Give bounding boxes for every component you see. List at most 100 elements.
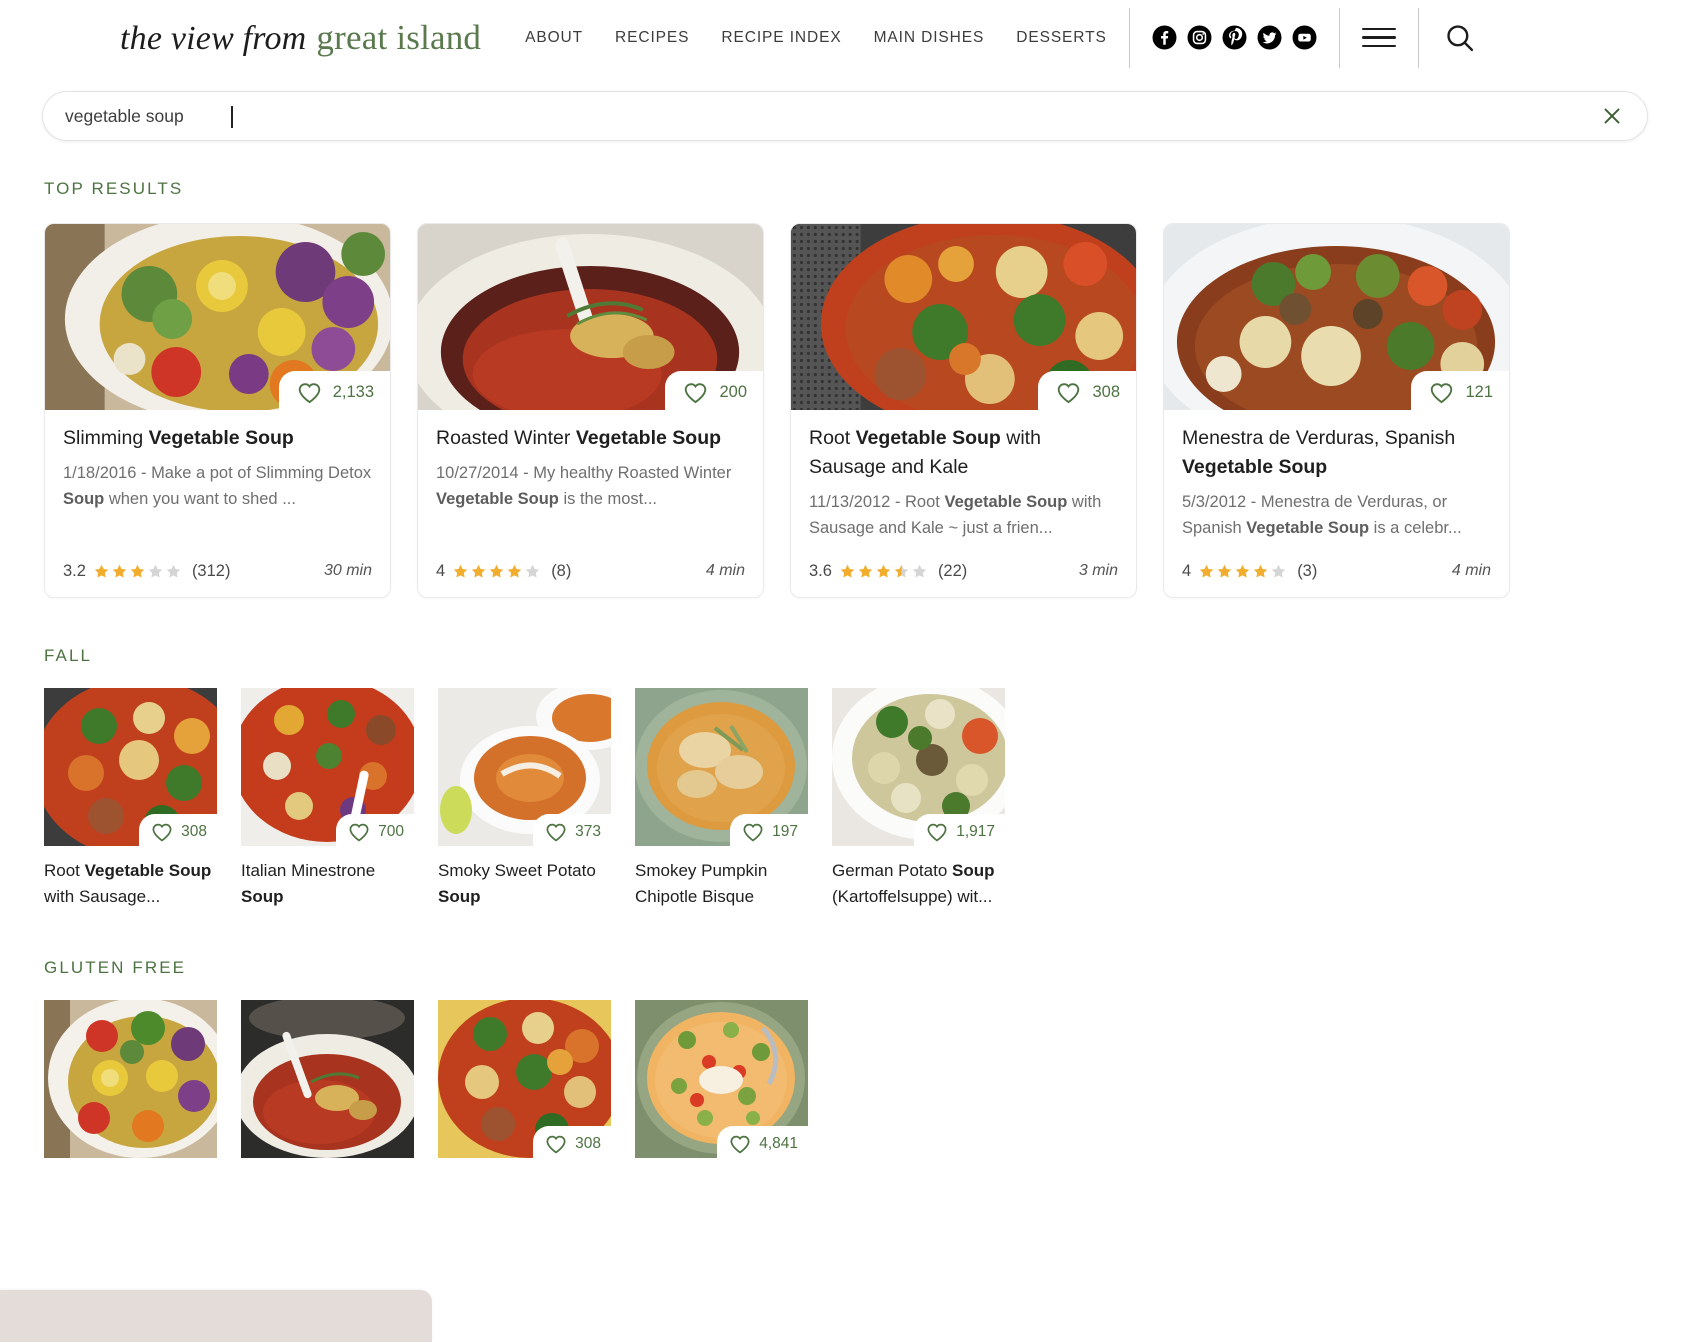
search-bar[interactable] bbox=[42, 91, 1648, 141]
favorite-badge[interactable]: 200 bbox=[665, 371, 763, 410]
youtube-icon[interactable] bbox=[1292, 25, 1317, 50]
rating-value: 4 bbox=[1182, 561, 1192, 580]
cook-time: 30 min bbox=[323, 562, 372, 579]
search-icon[interactable] bbox=[1443, 21, 1477, 55]
recipe-image[interactable] bbox=[241, 1000, 414, 1159]
star-icon bbox=[130, 564, 145, 578]
twitter-icon[interactable] bbox=[1257, 25, 1282, 50]
recipe-title[interactable]: Smoky Sweet Potato Soup bbox=[438, 858, 611, 911]
recipe-title[interactable]: Roasted Winter Vegetable Soup bbox=[436, 424, 745, 453]
heart-icon[interactable] bbox=[545, 821, 567, 843]
heart-icon[interactable] bbox=[1056, 380, 1081, 405]
thumb-item[interactable]: 1,917 German Potato Soup (Kartoffelsuppe… bbox=[832, 687, 1005, 911]
result-card[interactable]: 200 Roasted Winter Vegetable Soup 10/27/… bbox=[417, 223, 764, 598]
recipe-photo bbox=[241, 1000, 414, 1159]
pinterest-icon[interactable] bbox=[1222, 25, 1247, 50]
recipe-image[interactable] bbox=[44, 1000, 217, 1159]
recipe-title[interactable]: Menestra de Verduras, Spanish Vegetable … bbox=[1182, 424, 1491, 482]
heart-icon[interactable] bbox=[297, 380, 322, 405]
nav-item-recipe-index[interactable]: RECIPE INDEX bbox=[721, 29, 841, 47]
thumb-item[interactable]: 308 bbox=[438, 1000, 611, 1159]
site-logo[interactable]: the view from great island bbox=[120, 18, 481, 58]
thumb-item[interactable] bbox=[241, 1000, 414, 1159]
thumb-item[interactable]: 373 Smoky Sweet Potato Soup bbox=[438, 687, 611, 911]
heart-icon[interactable] bbox=[926, 821, 948, 843]
favorite-count: 373 bbox=[575, 822, 601, 840]
result-card[interactable]: 2,133 Slimming Vegetable Soup 1/18/2016 … bbox=[44, 223, 391, 598]
recipe-image[interactable]: 700 bbox=[241, 687, 414, 846]
cook-time: 4 min bbox=[1451, 562, 1491, 579]
recipe-image[interactable]: 1,917 bbox=[832, 687, 1005, 846]
heart-icon[interactable] bbox=[742, 821, 764, 843]
heart-icon[interactable] bbox=[348, 821, 370, 843]
star-rating bbox=[839, 563, 928, 580]
nav-item-about[interactable]: ABOUT bbox=[525, 29, 583, 47]
heart-icon[interactable] bbox=[545, 1133, 567, 1155]
favorite-count: 308 bbox=[575, 1135, 601, 1153]
favorite-badge[interactable]: 121 bbox=[1411, 371, 1509, 410]
gluten-free-list: 308 4,841 bbox=[0, 1000, 1690, 1159]
star-icon bbox=[507, 564, 522, 578]
favorite-count: 121 bbox=[1465, 383, 1493, 401]
thumb-item[interactable]: 700 Italian Minestrone Soup bbox=[241, 687, 414, 911]
nav-item-desserts[interactable]: DESSERTS bbox=[1016, 29, 1106, 47]
favorite-badge[interactable]: 308 bbox=[139, 813, 217, 846]
thumb-item[interactable]: 4,841 bbox=[635, 1000, 808, 1159]
favorite-badge[interactable]: 197 bbox=[730, 813, 808, 846]
recipe-image[interactable]: 2,133 bbox=[45, 224, 390, 410]
recipe-image[interactable]: 197 bbox=[635, 687, 808, 846]
recipe-title[interactable]: Root Vegetable Soup with Sausage and Kal… bbox=[809, 424, 1118, 482]
logo-text-primary: the view from bbox=[120, 19, 307, 57]
favorite-count: 308 bbox=[1092, 383, 1120, 401]
heart-icon[interactable] bbox=[683, 380, 708, 405]
heart-icon[interactable] bbox=[151, 821, 173, 843]
recipe-image[interactable]: 308 bbox=[791, 224, 1136, 410]
thumb-item[interactable]: 197 Smokey Pumpkin Chipotle Bisque bbox=[635, 687, 808, 911]
hamburger-menu-icon[interactable] bbox=[1361, 27, 1396, 48]
recipe-title[interactable]: German Potato Soup (Kartoffelsuppe) wit.… bbox=[832, 858, 1005, 911]
recipe-title[interactable]: Slimming Vegetable Soup bbox=[63, 424, 372, 453]
search-input[interactable] bbox=[43, 92, 1647, 140]
favorite-badge[interactable]: 700 bbox=[336, 813, 414, 846]
facebook-icon[interactable] bbox=[1152, 25, 1177, 50]
favorite-badge[interactable]: 2,133 bbox=[278, 371, 390, 410]
thumb-item[interactable]: 308 Root Vegetable Soup with Sausage... bbox=[44, 687, 217, 911]
favorite-badge[interactable]: 1,917 bbox=[914, 813, 1005, 846]
recipe-snippet: 5/3/2012 - Menestra de Verduras, or Span… bbox=[1182, 492, 1462, 538]
top-results-list: 2,133 Slimming Vegetable Soup 1/18/2016 … bbox=[0, 223, 1690, 598]
result-card[interactable]: 121 Menestra de Verduras, Spanish Vegeta… bbox=[1163, 223, 1510, 598]
review-count: (22) bbox=[937, 561, 968, 580]
favorite-badge[interactable]: 4,841 bbox=[717, 1126, 808, 1159]
result-card[interactable]: 308 Root Vegetable Soup with Sausage and… bbox=[790, 223, 1137, 598]
recipe-image[interactable]: 373 bbox=[438, 687, 611, 846]
recipe-title[interactable]: Root Vegetable Soup with Sausage... bbox=[44, 858, 217, 911]
star-icon bbox=[894, 564, 909, 578]
heart-icon[interactable] bbox=[729, 1133, 751, 1155]
favorite-count: 2,133 bbox=[332, 383, 374, 401]
favorite-badge[interactable]: 373 bbox=[533, 813, 611, 846]
favorite-count: 700 bbox=[378, 822, 404, 840]
star-icon bbox=[166, 564, 181, 578]
bottom-overlay-panel[interactable] bbox=[0, 1290, 432, 1342]
favorite-badge[interactable]: 308 bbox=[533, 1126, 611, 1159]
search-results-page: the view from great island ABOUT RECIPES… bbox=[0, 0, 1690, 1342]
favorite-count: 1,917 bbox=[956, 822, 995, 840]
nav-item-recipes[interactable]: RECIPES bbox=[615, 29, 689, 47]
recipe-image[interactable]: 200 bbox=[418, 224, 763, 410]
recipe-image[interactable]: 308 bbox=[438, 1000, 611, 1159]
top-results-section: TOP RESULTS 2,133 Slimming Vegetable Sou… bbox=[0, 179, 1690, 598]
heart-icon[interactable] bbox=[1429, 380, 1454, 405]
rating-group: 3.2 (312) bbox=[63, 562, 230, 581]
close-icon[interactable] bbox=[1601, 105, 1623, 127]
recipe-image[interactable]: 121 bbox=[1164, 224, 1509, 410]
star-rating bbox=[93, 563, 182, 580]
instagram-icon[interactable] bbox=[1187, 25, 1212, 50]
star-icon bbox=[876, 564, 891, 578]
nav-item-main-dishes[interactable]: MAIN DISHES bbox=[874, 29, 985, 47]
recipe-title[interactable]: Smokey Pumpkin Chipotle Bisque bbox=[635, 858, 808, 911]
favorite-badge[interactable]: 308 bbox=[1038, 371, 1136, 410]
thumb-item[interactable] bbox=[44, 1000, 217, 1159]
recipe-title[interactable]: Italian Minestrone Soup bbox=[241, 858, 414, 911]
recipe-image[interactable]: 4,841 bbox=[635, 1000, 808, 1159]
recipe-image[interactable]: 308 bbox=[44, 687, 217, 846]
